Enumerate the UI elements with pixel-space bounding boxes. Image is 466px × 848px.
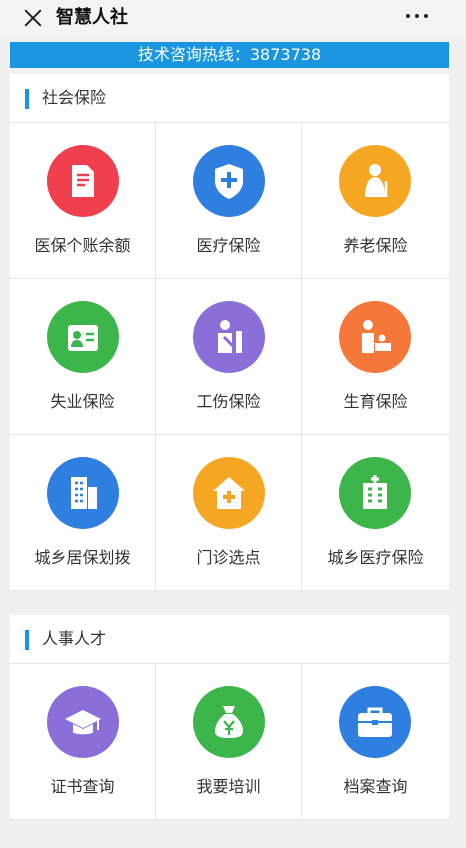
- grid-item-training[interactable]: 我要培训: [156, 664, 302, 820]
- hospital-icon: [339, 457, 411, 529]
- grid-item-label: 医保个账余额: [34, 236, 131, 255]
- grid-item-label: 医疗保险: [196, 236, 261, 255]
- section-title: 社会保险: [42, 88, 107, 107]
- building-icon: [47, 457, 119, 529]
- grid-item-clinic-selection[interactable]: 门诊选点: [156, 435, 302, 591]
- parent-baby-icon: [339, 301, 411, 373]
- grid-item-label: 证书查询: [50, 777, 115, 796]
- grid-item-medical-insurance[interactable]: 医疗保险: [156, 123, 302, 279]
- top-bar: 智慧人社: [0, 0, 466, 38]
- page-title: 智慧人社: [56, 7, 128, 28]
- grid-item-archive-query[interactable]: 档案查询: [302, 664, 449, 820]
- grid-item-label: 生育保险: [343, 392, 408, 411]
- grid-item-label: 档案查询: [343, 777, 408, 796]
- grid-item-pension[interactable]: 养老保险: [302, 123, 449, 279]
- clinic-icon: [193, 457, 265, 529]
- more-icon[interactable]: [406, 14, 430, 20]
- section-accent-bar: [25, 630, 29, 650]
- section-personnel-talent: 人事人才 证书查询 我要培训 档案查询: [10, 615, 449, 820]
- money-bag-icon: [193, 686, 265, 758]
- section-accent-bar: [25, 89, 29, 109]
- grid-item-label: 门诊选点: [196, 548, 261, 567]
- grid-item-label: 养老保险: [343, 236, 408, 255]
- medical-shield-icon: [193, 145, 265, 217]
- hotline-banner: 技术咨询热线：3873738: [10, 42, 449, 68]
- injured-person-icon: [193, 301, 265, 373]
- grid-item-label: 工伤保险: [196, 392, 261, 411]
- grid-item-label: 城乡医疗保险: [327, 548, 424, 567]
- section-header: 人事人才: [10, 615, 449, 664]
- document-icon: [47, 145, 119, 217]
- grid-item-rural-pension-transfer[interactable]: 城乡居保划拨: [10, 435, 156, 591]
- grid-item-label: 城乡居保划拨: [34, 548, 131, 567]
- grid-item-label: 失业保险: [50, 392, 115, 411]
- section-header: 社会保险: [10, 74, 449, 123]
- id-badge-icon: [47, 301, 119, 373]
- service-grid: 证书查询 我要培训 档案查询: [10, 664, 449, 820]
- grid-item-injury[interactable]: 工伤保险: [156, 279, 302, 435]
- briefcase-icon: [339, 686, 411, 758]
- grid-item-medical-account[interactable]: 医保个账余额: [10, 123, 156, 279]
- section-title: 人事人才: [42, 629, 107, 648]
- close-icon[interactable]: [22, 7, 44, 29]
- grid-item-certificate-query[interactable]: 证书查询: [10, 664, 156, 820]
- section-social-insurance: 社会保险 医保个账余额 医疗保险 养老保险 失业保险 工伤保险 生育保险 城乡居…: [10, 74, 449, 591]
- grid-item-rural-medical-insurance[interactable]: 城乡医疗保险: [302, 435, 449, 591]
- service-grid: 医保个账余额 医疗保险 养老保险 失业保险 工伤保险 生育保险 城乡居保划拨 门…: [10, 123, 449, 591]
- grid-item-maternity[interactable]: 生育保险: [302, 279, 449, 435]
- graduation-cap-icon: [47, 686, 119, 758]
- grid-item-label: 我要培训: [196, 777, 261, 796]
- grid-item-unemployment[interactable]: 失业保险: [10, 279, 156, 435]
- elderly-icon: [339, 145, 411, 217]
